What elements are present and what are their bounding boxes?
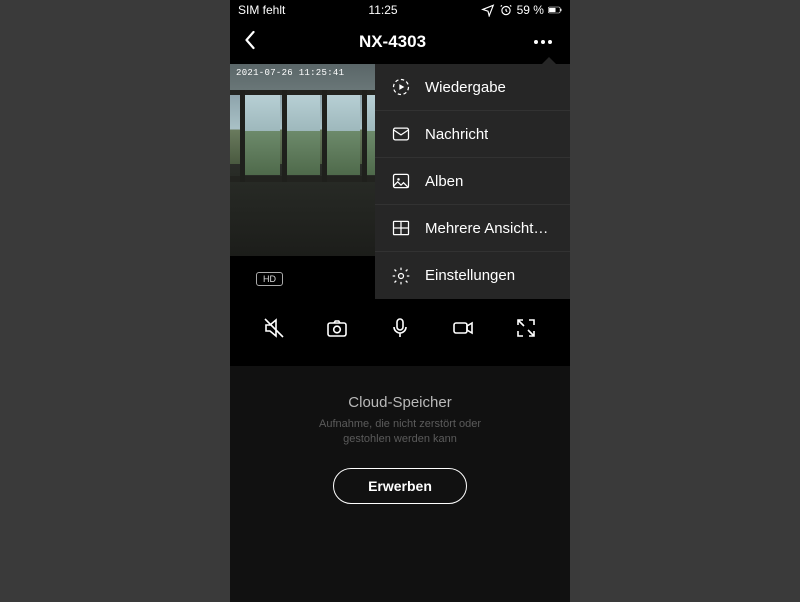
grid-icon (391, 218, 411, 238)
cloud-subtitle: Aufnahme, die nicht zerstört oder gestoh… (300, 417, 500, 448)
gear-icon (391, 266, 411, 286)
menu-message[interactable]: Nachricht (375, 111, 570, 158)
fullscreen-button[interactable] (514, 316, 538, 345)
playback-icon (391, 77, 411, 97)
menu-label: Nachricht (425, 126, 488, 143)
menu-label: Mehrere Ansicht… (425, 220, 548, 237)
message-icon (391, 124, 411, 144)
location-icon (481, 3, 495, 17)
back-button[interactable] (242, 30, 257, 55)
mute-button[interactable] (262, 316, 286, 345)
purchase-button[interactable]: Erwerben (333, 468, 467, 504)
menu-label: Alben (425, 173, 463, 190)
menu-label: Wiedergabe (425, 79, 506, 96)
talk-button[interactable] (388, 316, 412, 345)
snapshot-button[interactable] (325, 316, 349, 345)
battery-icon (548, 3, 562, 17)
video-timestamp: 2021-07-26 11:25:41 (236, 68, 344, 78)
control-bar (230, 300, 570, 360)
album-icon (391, 171, 411, 191)
sim-status: SIM fehlt (238, 3, 285, 17)
options-menu: Wiedergabe Nachricht Alben Mehrere Ansic… (375, 64, 570, 299)
quality-badge[interactable]: HD (256, 272, 283, 286)
status-time: 11:25 (368, 3, 397, 17)
cloud-storage-panel: Cloud-Speicher Aufnahme, die nicht zerst… (230, 366, 570, 602)
menu-playback[interactable]: Wiedergabe (375, 64, 570, 111)
live-video[interactable]: 2021-07-26 11:25:41 HD Wiedergabe Nachri… (230, 64, 570, 256)
cloud-title: Cloud-Speicher (250, 394, 550, 411)
menu-label: Einstellungen (425, 267, 515, 284)
menu-settings[interactable]: Einstellungen (375, 252, 570, 299)
phone-frame: SIM fehlt 11:25 59 % NX-4303 2021-07-26 … (230, 0, 570, 600)
alarm-icon (499, 3, 513, 17)
menu-multiview[interactable]: Mehrere Ansicht… (375, 205, 570, 252)
menu-album[interactable]: Alben (375, 158, 570, 205)
camera-title: NX-4303 (359, 32, 426, 52)
status-bar: SIM fehlt 11:25 59 % (230, 0, 570, 20)
app-header: NX-4303 (230, 20, 570, 64)
record-button[interactable] (451, 316, 475, 345)
battery-percent: 59 % (517, 3, 544, 17)
more-button[interactable] (528, 34, 558, 50)
